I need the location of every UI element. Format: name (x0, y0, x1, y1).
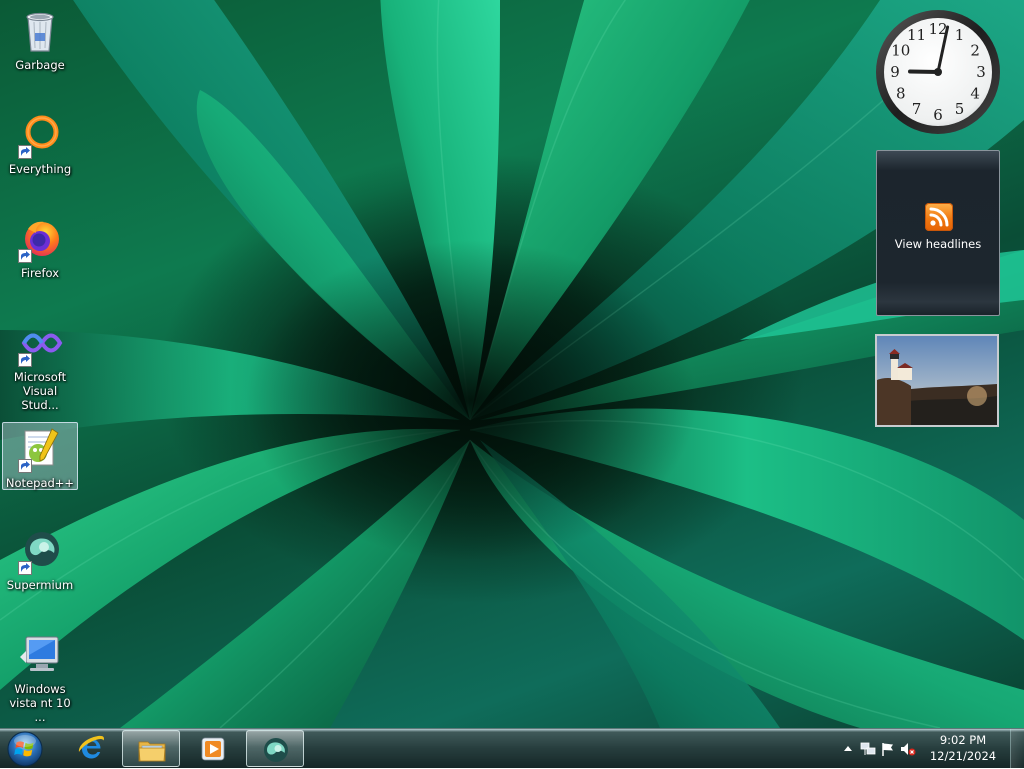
internet-explorer-icon (76, 734, 106, 764)
clock-gadget[interactable]: 121234567891011 (874, 8, 1002, 136)
recycle-bin-icon (16, 7, 64, 55)
lighthouse-photo (877, 336, 997, 425)
clock-numeral: 11 (907, 26, 926, 44)
supermium-icon (261, 735, 291, 765)
desktop-icon-windows-vista[interactable]: Windows vista nt 10 ... (2, 626, 78, 724)
desktop-icon-label: Notepad++ (3, 476, 77, 490)
slideshow-gadget[interactable] (875, 334, 999, 427)
taskbar-file-explorer[interactable] (122, 730, 180, 767)
clock-numeral: 4 (970, 85, 980, 103)
taskbar-media-player[interactable] (184, 730, 242, 767)
shortcut-arrow-icon (18, 145, 32, 159)
firefox-icon (16, 215, 64, 263)
desktop-icon-label: Everything (3, 162, 77, 176)
clock-numeral: 6 (933, 106, 943, 124)
show-hidden-icons-icon[interactable] (840, 741, 856, 757)
taskbar-clock[interactable]: 9:02 PM 12/21/2024 (924, 732, 1002, 764)
visual-studio-icon (16, 319, 64, 367)
computer-monitor-icon (16, 631, 64, 679)
desktop-icon-label: Supermium (3, 578, 77, 592)
wallpaper-leaves (0, 0, 1024, 728)
view-headlines-link[interactable]: View headlines (877, 237, 999, 251)
shortcut-arrow-icon (18, 561, 32, 575)
clock-numeral: 7 (912, 100, 922, 118)
volume-muted-icon[interactable] (900, 741, 916, 757)
show-desktop-button[interactable] (1010, 729, 1024, 768)
clock-numeral: 10 (891, 42, 910, 60)
everything-icon (16, 111, 64, 159)
supermium-icon (16, 527, 64, 575)
file-explorer-icon (137, 735, 167, 765)
network-icon[interactable] (860, 741, 876, 757)
shortcut-arrow-icon (18, 353, 32, 367)
feed-headlines-gadget[interactable]: View headlines (876, 150, 1000, 316)
taskbar-supermium[interactable] (246, 730, 304, 767)
taskbar[interactable]: 9:02 PM 12/21/2024 (0, 728, 1024, 768)
action-center-flag-icon[interactable] (880, 741, 896, 757)
windows-start-orb-icon (6, 730, 44, 768)
rss-feed-icon (925, 203, 953, 231)
clock-numeral: 3 (976, 63, 986, 81)
desktop-icon-everything[interactable]: Everything (2, 106, 78, 204)
media-player-icon (198, 734, 228, 764)
notepad-plus-plus-icon (16, 425, 64, 473)
start-button[interactable] (6, 730, 44, 768)
desktop-icon-label: Microsoft Visual Stud... (3, 370, 77, 412)
clock-numeral: 2 (970, 42, 980, 60)
taskbar-internet-explorer[interactable] (62, 730, 120, 767)
desktop[interactable]: Garbage Everything (0, 0, 1024, 728)
clock-numeral: 1 (955, 26, 965, 44)
desktop-icon-label: Firefox (3, 266, 77, 280)
desktop-icon-visual-studio[interactable]: Microsoft Visual Stud... (2, 314, 78, 412)
desktop-icon-supermium[interactable]: Supermium (2, 522, 78, 620)
desktop-icon-garbage[interactable]: Garbage (2, 2, 78, 100)
clock-numeral: 5 (955, 100, 965, 118)
taskbar-time: 9:02 PM (924, 732, 1002, 748)
shortcut-arrow-icon (18, 459, 32, 473)
shortcut-arrow-icon (18, 249, 32, 263)
desktop-icon-notepad-plus-plus[interactable]: Notepad++ (2, 422, 78, 490)
desktop-icon-firefox[interactable]: Firefox (2, 210, 78, 308)
desktop-icon-label: Windows vista nt 10 ... (3, 682, 77, 724)
desktop-icon-label: Garbage (3, 58, 77, 72)
system-tray: 9:02 PM 12/21/2024 (834, 729, 1024, 769)
clock-numeral: 8 (896, 85, 906, 103)
taskbar-date: 12/21/2024 (924, 748, 1002, 764)
clock-numeral: 9 (890, 63, 900, 81)
